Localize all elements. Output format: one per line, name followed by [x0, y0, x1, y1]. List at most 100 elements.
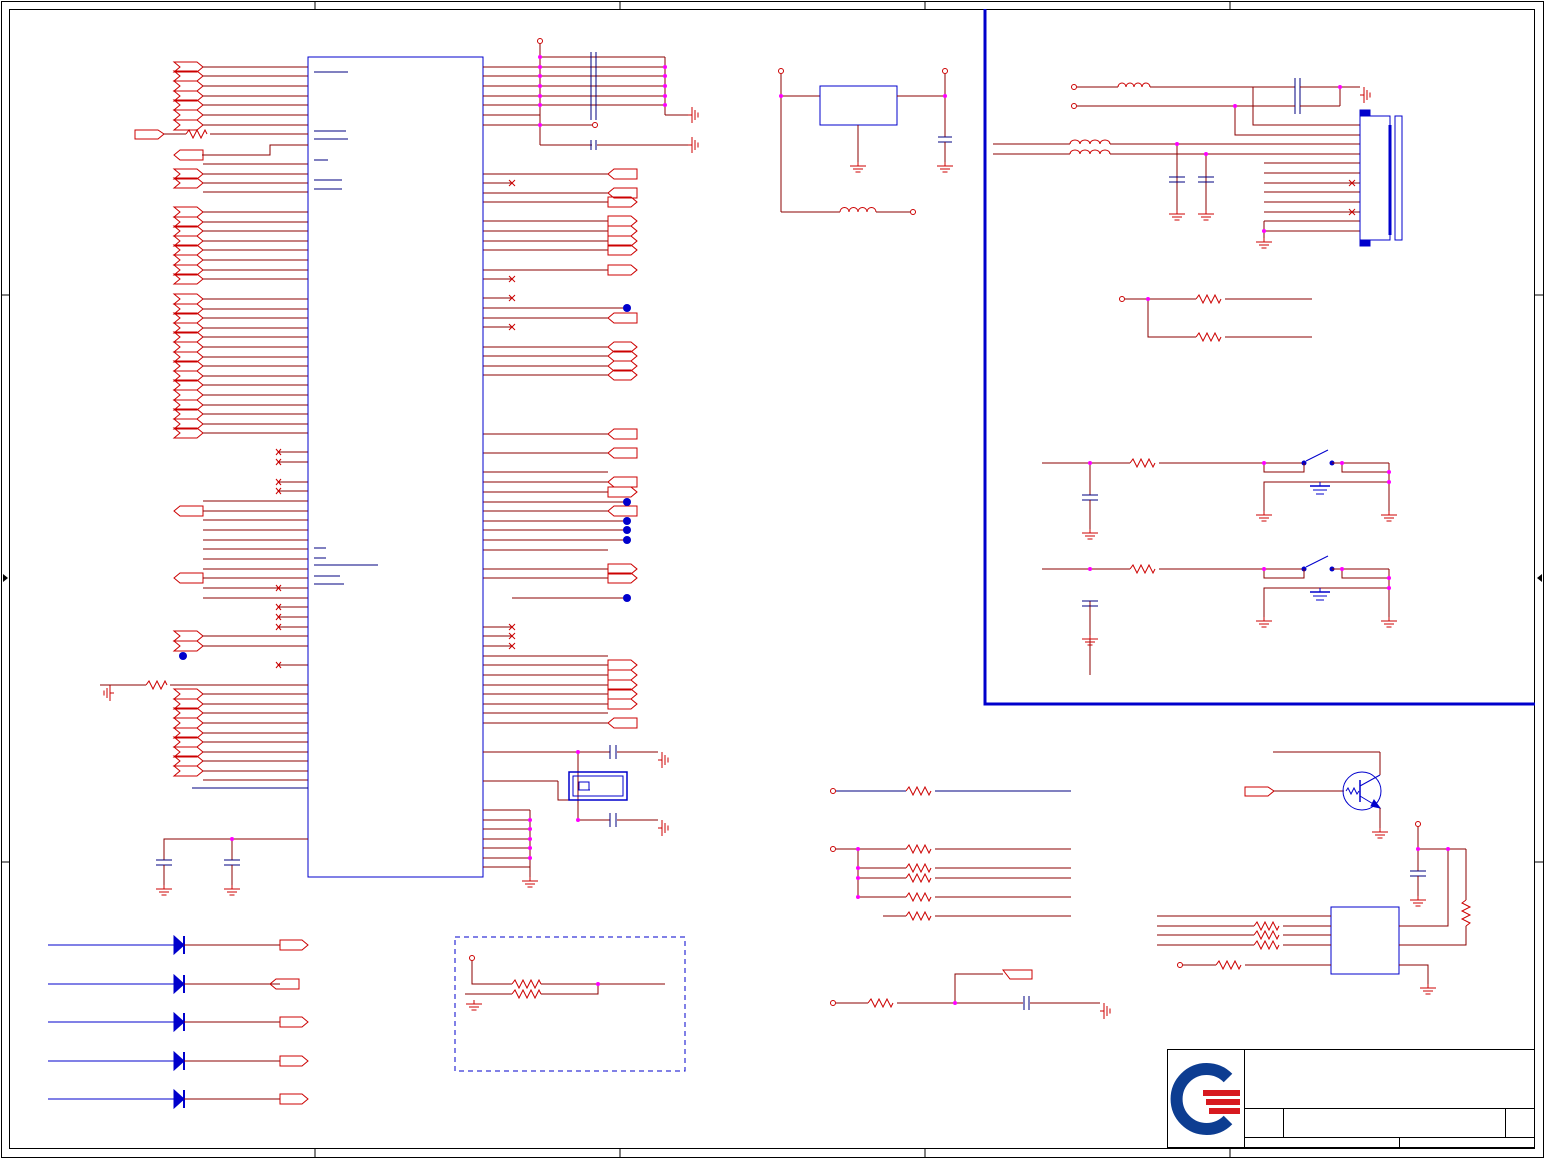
port-flag	[172, 293, 204, 305]
port-flag	[173, 149, 204, 161]
ground-icon	[657, 819, 669, 837]
junction-dots-top	[538, 55, 667, 127]
junction-dot	[623, 498, 631, 506]
port-flag	[607, 698, 638, 710]
decoupling-caps-left	[156, 838, 308, 885]
junction-dot	[623, 594, 631, 602]
ground-icon	[1409, 895, 1427, 907]
resistor-input	[134, 128, 308, 156]
port-flag	[279, 1055, 309, 1067]
port-flag	[607, 486, 638, 498]
port-flag	[607, 669, 638, 681]
junction-dot	[623, 517, 631, 525]
port-flag	[172, 688, 204, 700]
rc-filter	[830, 969, 1100, 1010]
ground-icon	[1168, 209, 1186, 221]
junction	[576, 818, 580, 822]
junction-dot	[623, 304, 631, 312]
wire	[1263, 569, 1305, 579]
junction-dot	[179, 652, 187, 660]
voltage-regulator	[778, 68, 952, 215]
port-flag	[172, 640, 204, 652]
section-boundary	[983, 9, 1535, 706]
junction	[1387, 576, 1391, 580]
junction	[1262, 567, 1266, 571]
port-flag	[279, 939, 309, 951]
resistor-icon	[1129, 563, 1156, 575]
port-flag	[607, 505, 638, 517]
npn-transistor-circuit	[1244, 751, 1382, 828]
connector-nc-marks	[1348, 179, 1356, 216]
port-flag	[607, 312, 638, 324]
port-flag	[607, 717, 638, 729]
pullup-resistor-pair	[1119, 293, 1312, 343]
junction	[953, 1001, 957, 1005]
junction-dot	[623, 536, 631, 544]
ground-icon	[1081, 528, 1099, 540]
junction	[1387, 470, 1391, 474]
ground-icon	[687, 136, 699, 154]
schematic-sheet	[1, 1, 1544, 1158]
ground-icon	[1099, 1002, 1111, 1020]
diode-icon	[173, 973, 185, 995]
ground-icon	[1380, 510, 1398, 522]
ground-icon	[1255, 510, 1273, 522]
junction	[1340, 461, 1344, 465]
resistor-icon	[1129, 457, 1156, 469]
border-arrow-right	[1537, 574, 1542, 582]
port-flag	[172, 630, 204, 642]
port-flag	[607, 659, 638, 671]
port-flag	[607, 264, 638, 276]
port-flag	[172, 341, 204, 353]
ground-icon	[936, 161, 954, 173]
left-port-column	[172, 61, 204, 777]
port-flag	[279, 1016, 309, 1028]
ground-icon	[223, 884, 241, 896]
port-flag	[607, 476, 638, 488]
port-flag	[607, 447, 638, 459]
port-flag	[607, 215, 638, 227]
port-flag	[607, 168, 638, 180]
junction	[1340, 567, 1344, 571]
ground-icon	[1197, 209, 1215, 221]
port-flag	[607, 225, 638, 237]
right-wire-column	[483, 168, 638, 729]
title-block	[1167, 1049, 1535, 1148]
wire	[1341, 463, 1389, 473]
resistor-network-mid	[830, 785, 1071, 922]
crystal-oscillator	[483, 745, 658, 827]
port-flag	[172, 109, 204, 121]
diode-array	[48, 934, 309, 1110]
port-flag	[172, 717, 204, 729]
port-flag	[172, 206, 204, 218]
junction	[779, 94, 783, 98]
left-wire-column	[203, 66, 308, 781]
company-logo-icon	[1170, 1063, 1240, 1135]
port-flag	[172, 80, 204, 92]
ground-icon	[1380, 616, 1398, 628]
wire	[1341, 569, 1389, 579]
connector-junctions	[1175, 85, 1342, 233]
junction-dot	[623, 526, 631, 534]
push-switch-icon	[1305, 555, 1329, 568]
diode-icon	[173, 1050, 185, 1072]
junction	[1387, 480, 1391, 484]
ground-icon	[1371, 827, 1389, 839]
ground-bus-ic	[483, 809, 531, 877]
junction	[943, 94, 947, 98]
ground-icon	[465, 999, 483, 1011]
junction	[576, 750, 580, 754]
push-button-circuits	[1042, 449, 1398, 675]
diode-icon	[173, 934, 185, 956]
small-ic-circuit	[1157, 821, 1472, 984]
junction	[1416, 847, 1420, 851]
ground-icon	[155, 884, 173, 896]
ground-icon	[687, 106, 699, 124]
junction	[1387, 586, 1391, 590]
border-arrow-left	[3, 574, 8, 582]
port-flag	[279, 1093, 309, 1105]
junction	[1088, 461, 1092, 465]
ground-icon	[1359, 86, 1371, 104]
diode-icon	[173, 1088, 185, 1110]
ground-icon	[521, 876, 539, 888]
